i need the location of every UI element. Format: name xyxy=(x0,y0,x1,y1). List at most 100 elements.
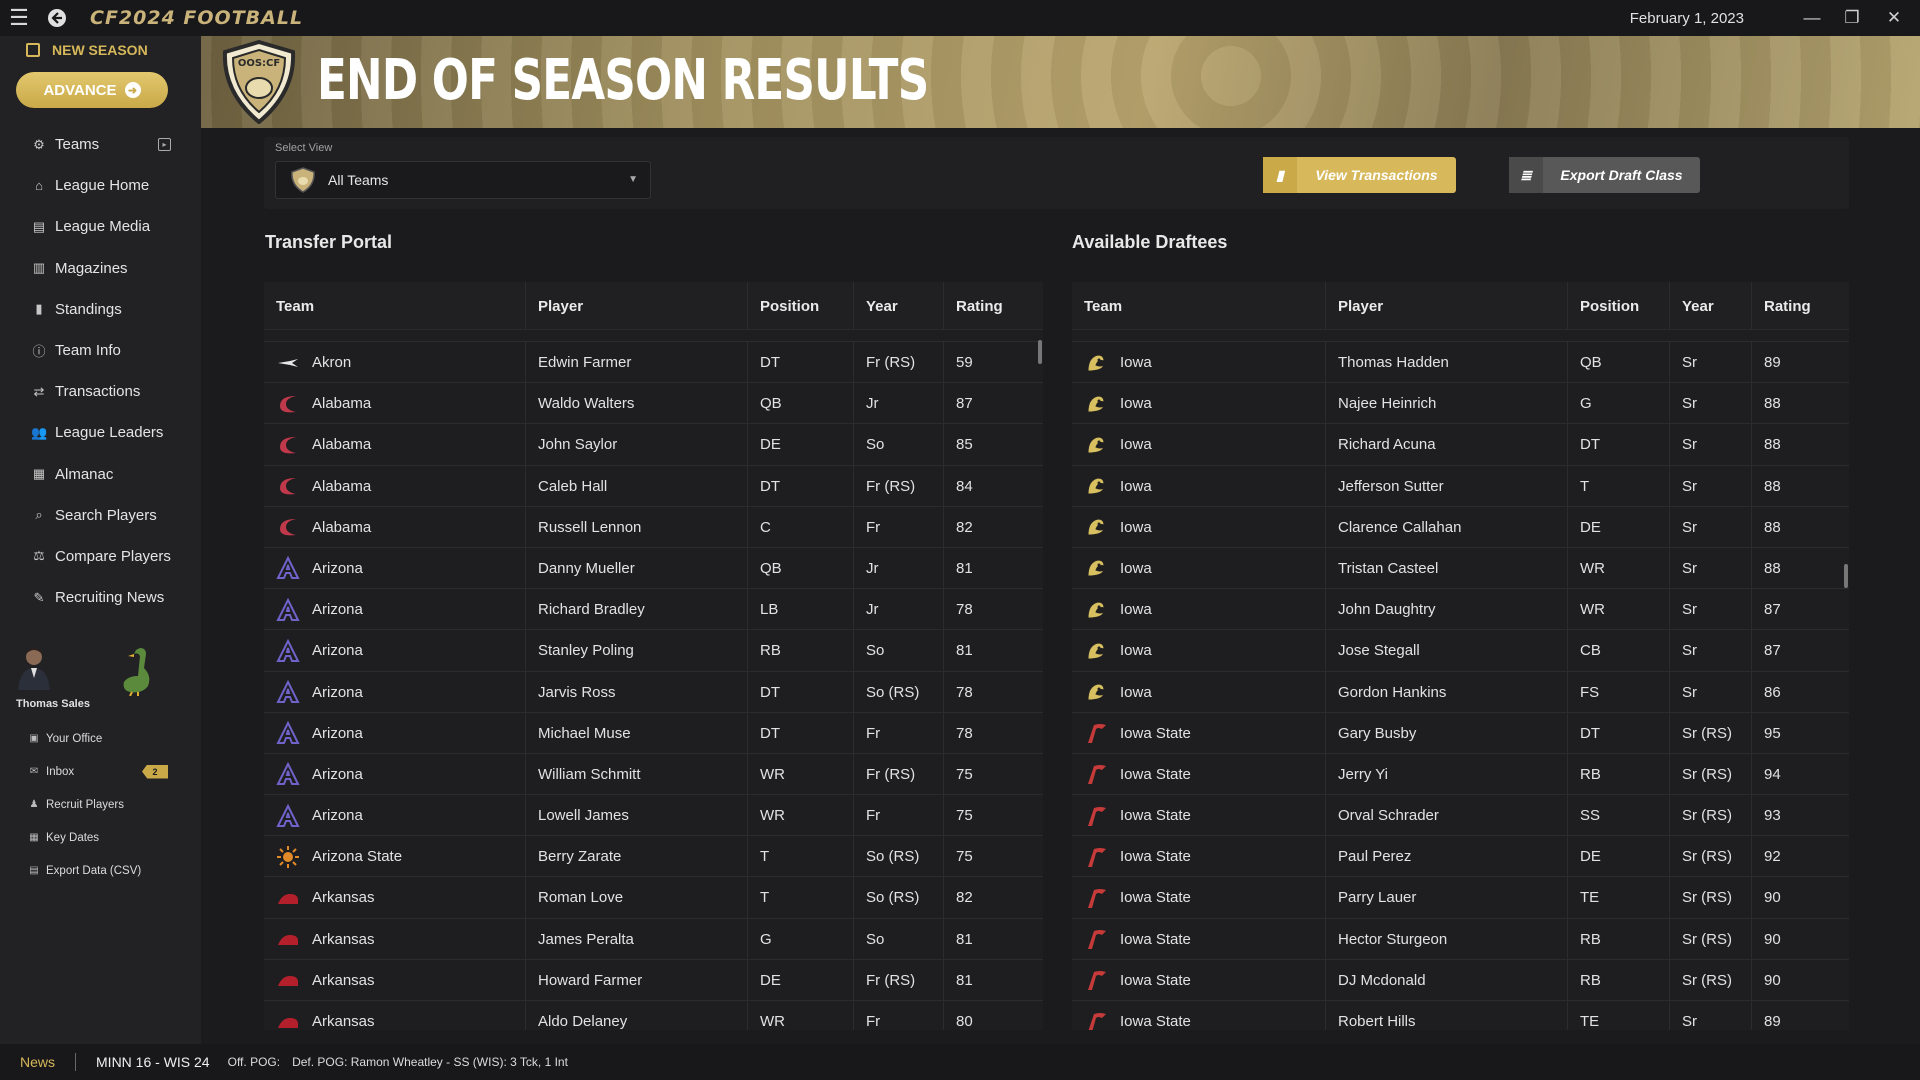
column-header-player[interactable]: Player xyxy=(1326,282,1568,330)
cell-team-text: Arizona xyxy=(312,642,363,660)
sidebar-item-recruit-players[interactable]: ♟ Recruit Players xyxy=(0,788,201,821)
table-row[interactable]: Iowa Richard Acuna DT Sr 88 xyxy=(1072,424,1849,466)
table-row[interactable]: Arkansas Howard Farmer DE Fr (RS) 81 xyxy=(264,959,1043,1001)
view-transactions-button[interactable]: ▮ View Transactions xyxy=(1263,157,1456,193)
sidebar-item-team-info[interactable]: ⓘ Team Info xyxy=(0,330,201,371)
sidebar-item-your-office[interactable]: ▣ Your Office xyxy=(0,722,201,755)
column-header-year[interactable]: Year xyxy=(854,282,944,330)
table-row[interactable]: Arkansas Aldo Delaney WR Fr 80 xyxy=(264,1001,1043,1030)
advance-button[interactable]: ADVANCE ➜ xyxy=(16,72,168,108)
table-row[interactable]: Iowa Thomas Hadden QB Sr 89 xyxy=(1072,342,1849,384)
table-row[interactable]: Arizona Lowell James WR Fr 75 xyxy=(264,795,1043,837)
sidebar-item-search-players[interactable]: ⌕ Search Players xyxy=(0,495,201,536)
sidebar-item-league-media[interactable]: ▤ League Media xyxy=(0,206,201,247)
table-row[interactable]: Akron Edwin Farmer DT Fr (RS) 59 xyxy=(264,342,1043,384)
cell-year: Fr (RS) xyxy=(854,753,944,795)
cell-rating-text: 82 xyxy=(956,518,973,536)
game-score[interactable]: MINN 16 - WIS 24 xyxy=(96,1054,210,1070)
cell-position: DT xyxy=(748,465,854,507)
table-row[interactable]: Alabama Caleb Hall DT Fr (RS) 84 xyxy=(264,465,1043,507)
sidebar-item-league-home[interactable]: ⌂ League Home xyxy=(0,165,201,206)
column-header-rating[interactable]: Rating xyxy=(944,282,1043,330)
scrollbar[interactable] xyxy=(1037,330,1043,1030)
table-row[interactable]: Arizona Danny Mueller QB Jr 81 xyxy=(264,547,1043,590)
column-header-position[interactable]: Position xyxy=(1568,282,1670,330)
table-row[interactable]: Arkansas James Peralta G So 81 xyxy=(264,918,1043,960)
sidebar-item-teams[interactable]: ⚙ Teams ▸ xyxy=(0,124,201,165)
close-icon[interactable]: ✕ xyxy=(1874,0,1914,36)
table-row[interactable]: Iowa State Hector Sturgeon RB Sr (RS) 90 xyxy=(1072,918,1849,960)
back-arrow-icon[interactable] xyxy=(38,0,76,36)
sidebar-item-almanac[interactable]: ▦ Almanac xyxy=(0,454,201,495)
cell-team-text: Akron xyxy=(312,354,352,371)
cell-team: Iowa xyxy=(1072,589,1326,631)
export-draft-class-button[interactable]: ≣ Export Draft Class xyxy=(1509,157,1700,193)
table-row[interactable]: Iowa Clarence Callahan DE Sr 88 xyxy=(1072,506,1849,548)
coach-profile[interactable]: Thomas Sales xyxy=(14,646,194,726)
cell-player-text: Berry Zarate xyxy=(538,848,622,866)
table-row[interactable]: Iowa State Orval Schrader SS Sr (RS) 93 xyxy=(1072,795,1849,837)
column-header-rating[interactable]: Rating xyxy=(1752,282,1849,330)
table-row[interactable]: Iowa Gordon Hankins FS Sr 86 xyxy=(1072,671,1849,713)
sidebar-item-magazines[interactable]: ▥ Magazines xyxy=(0,248,201,289)
cell-year-text: So (RS) xyxy=(866,889,920,907)
table-row[interactable]: Arizona Jarvis Ross DT So (RS) 78 xyxy=(264,671,1043,713)
table-row[interactable]: Iowa Jose Stegall CB Sr 87 xyxy=(1072,630,1849,672)
sidebar-item-export-data[interactable]: ▤ Export Data (CSV) xyxy=(0,854,201,887)
table-row[interactable]: Iowa John Daughtry WR Sr 87 xyxy=(1072,589,1849,631)
hamburger-menu-icon[interactable]: ☰ xyxy=(0,0,38,36)
column-header-team[interactable]: Team xyxy=(1072,282,1326,330)
select-view-dropdown[interactable]: All Teams ▼ xyxy=(275,161,651,199)
table-row[interactable]: Iowa State Paul Perez DE Sr (RS) 92 xyxy=(1072,836,1849,878)
cell-player-text: Gary Busby xyxy=(1338,724,1417,742)
table-row[interactable]: Alabama John Saylor DE So 85 xyxy=(264,424,1043,466)
team-logo-icon xyxy=(276,474,300,498)
scale-icon: ⚖ xyxy=(33,548,45,564)
sidebar-item-recruiting-news[interactable]: ✎ Recruiting News xyxy=(0,577,201,618)
sidebar-item-compare-players[interactable]: ⚖ Compare Players xyxy=(0,536,201,577)
column-header-player[interactable]: Player xyxy=(526,282,748,330)
table-row[interactable]: Iowa State Robert Hills TE Sr 89 xyxy=(1072,1001,1849,1030)
title-bar: ☰ CF2024 FOOTBALL February 1, 2023 — ❐ ✕ xyxy=(0,0,1920,36)
cell-rating-text: 81 xyxy=(956,971,973,989)
scrollbar-thumb[interactable] xyxy=(1038,340,1042,364)
cell-year-text: Sr xyxy=(1682,354,1697,371)
table-row[interactable]: Alabama Russell Lennon C Fr 82 xyxy=(264,506,1043,548)
scrollbar[interactable] xyxy=(1843,330,1849,1030)
cell-position-text: FS xyxy=(1580,683,1600,701)
table-row[interactable]: Arizona Richard Bradley LB Jr 78 xyxy=(264,589,1043,631)
table-row[interactable]: Iowa Najee Heinrich G Sr 88 xyxy=(1072,383,1849,425)
table-row[interactable]: Arkansas Roman Love T So (RS) 82 xyxy=(264,877,1043,919)
table-row[interactable]: Arizona Stanley Poling RB So 81 xyxy=(264,630,1043,672)
table-row[interactable]: Arizona William Schmitt WR Fr (RS) 75 xyxy=(264,753,1043,796)
cell-team: Alabama xyxy=(264,465,526,507)
sidebar-item-standings[interactable]: ▮ Standings xyxy=(0,289,201,330)
column-header-year[interactable]: Year xyxy=(1670,282,1752,330)
sidebar-item-league-leaders[interactable]: 👥 League Leaders xyxy=(0,412,201,453)
popout-icon[interactable]: ▸ xyxy=(158,138,171,152)
sidebar-item-inbox[interactable]: ✉ Inbox 2 xyxy=(0,755,201,788)
cell-player-text: Jerry Yi xyxy=(1338,765,1389,783)
cell-team: Iowa xyxy=(1072,465,1326,507)
column-header-team[interactable]: Team xyxy=(264,282,526,330)
table-row[interactable]: Iowa State DJ Mcdonald RB Sr (RS) 90 xyxy=(1072,959,1849,1001)
table-row[interactable]: Iowa Tristan Casteel WR Sr 88 xyxy=(1072,547,1849,590)
table-row[interactable]: Iowa State Gary Busby DT Sr (RS) 95 xyxy=(1072,712,1849,754)
cell-year: Sr (RS) xyxy=(1670,753,1752,795)
cell-rating: 90 xyxy=(1752,877,1849,918)
table-row[interactable]: Arizona Michael Muse DT Fr 78 xyxy=(264,712,1043,754)
sidebar-item-transactions[interactable]: ⇄ Transactions xyxy=(0,371,201,412)
table-row[interactable]: Arizona State Berry Zarate T So (RS) 75 xyxy=(264,836,1043,878)
table-row[interactable]: Iowa Jefferson Sutter T Sr 88 xyxy=(1072,465,1849,507)
news-label[interactable]: News xyxy=(20,1054,55,1070)
table-row[interactable]: Iowa State Parry Lauer TE Sr (RS) 90 xyxy=(1072,877,1849,919)
restore-icon[interactable]: ❐ xyxy=(1832,0,1872,36)
sidebar-item-key-dates[interactable]: ▦ Key Dates xyxy=(0,821,201,854)
coach-avatar[interactable] xyxy=(16,646,52,690)
table-row[interactable]: Iowa State Jerry Yi RB Sr (RS) 94 xyxy=(1072,753,1849,796)
scrollbar-thumb[interactable] xyxy=(1844,564,1848,588)
column-header-position[interactable]: Position xyxy=(748,282,854,330)
minimize-icon[interactable]: — xyxy=(1792,0,1832,36)
cell-team-text: Iowa xyxy=(1120,518,1152,536)
table-row[interactable]: Alabama Waldo Walters QB Jr 87 xyxy=(264,383,1043,425)
